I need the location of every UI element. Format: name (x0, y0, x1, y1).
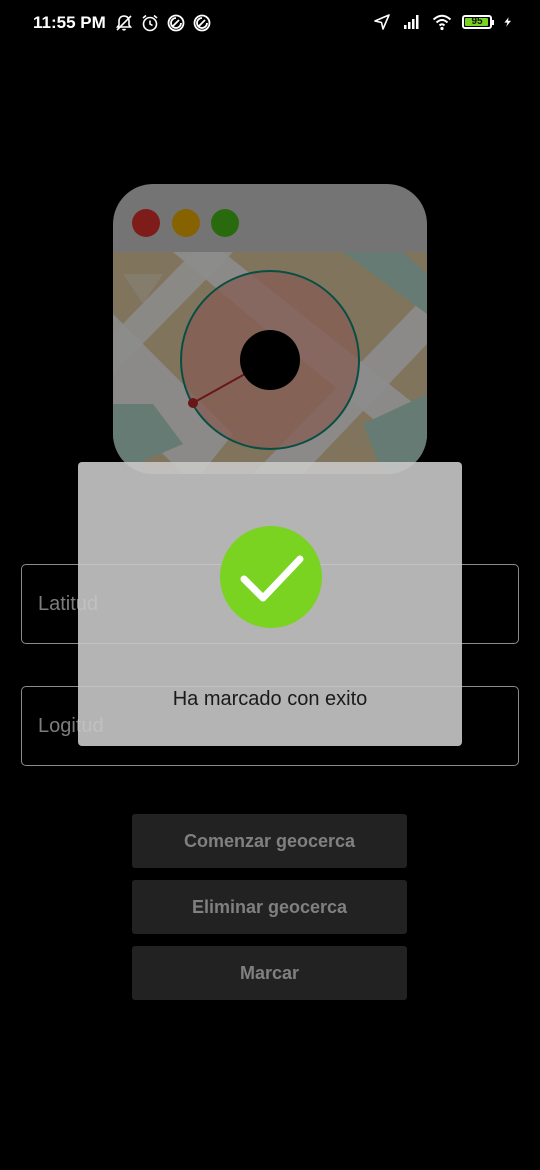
status-time: 11:55 PM (33, 13, 106, 32)
wifi-icon (432, 14, 452, 31)
window-minimize-dot (172, 209, 200, 237)
dialog-message: Ha marcado con exito (172, 688, 368, 710)
battery-cap (492, 20, 494, 25)
success-badge (220, 526, 322, 628)
app-logo (113, 184, 427, 474)
status-left-icons (114, 13, 212, 33)
data-saver-icon (167, 14, 185, 32)
delete-geofence-button[interactable]: Eliminar geocerca (132, 880, 407, 934)
success-dialog[interactable]: Ha marcado con exito (78, 462, 462, 746)
charging-icon (504, 17, 511, 27)
status-bar: 11:55 PM 95 (0, 0, 540, 48)
check-icon (240, 555, 304, 602)
signal-icon (404, 15, 419, 29)
geofence-logo-graphic (113, 184, 427, 474)
status-right-icons: 95 (372, 12, 514, 32)
window-close-dot (132, 209, 160, 237)
battery-icon: 95 (462, 15, 494, 29)
mute-icon (115, 15, 133, 31)
data-saver-icon (193, 14, 211, 32)
alarm-icon (142, 14, 158, 32)
window-maximize-dot (211, 209, 239, 237)
mark-button[interactable]: Marcar (132, 946, 407, 1000)
start-geofence-button[interactable]: Comenzar geocerca (132, 814, 407, 868)
battery-level: 95 (471, 16, 483, 27)
location-icon (374, 14, 390, 30)
